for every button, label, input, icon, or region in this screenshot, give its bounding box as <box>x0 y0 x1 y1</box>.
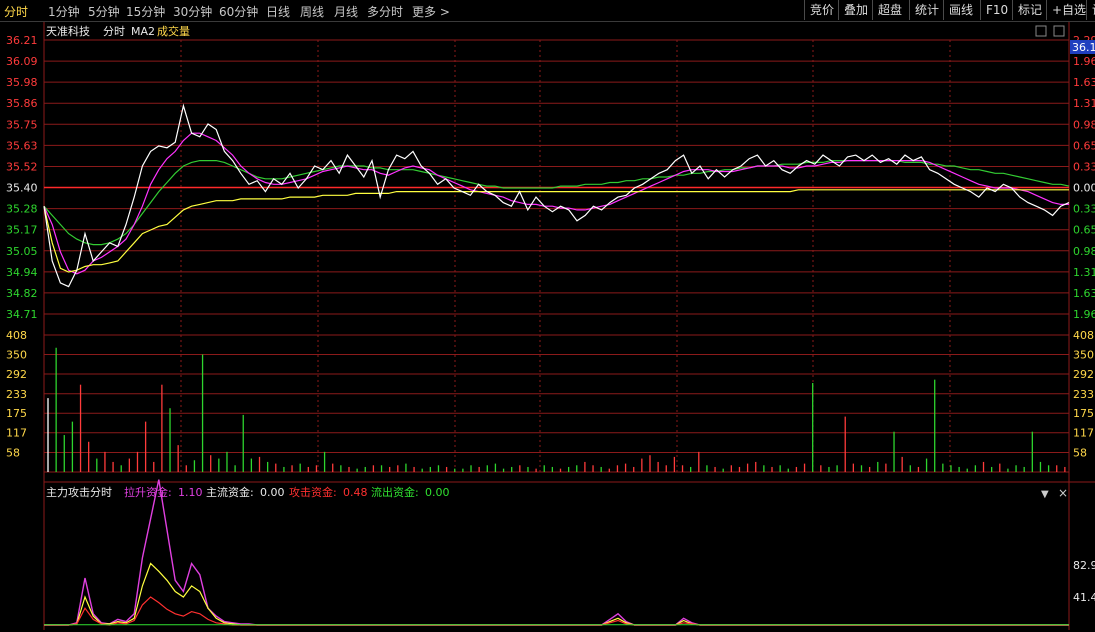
price-tick-label: 35.52 <box>6 160 38 173</box>
volume-tick-label: 175 <box>6 407 27 420</box>
price-tick-label: 35.17 <box>6 224 38 237</box>
pct-tick-label: 0.65 <box>1073 139 1095 152</box>
settings-button[interactable]: 设 <box>1086 0 1095 20</box>
price-tick-label: 35.86 <box>6 97 38 110</box>
volume-tick-label: 292 <box>6 368 27 381</box>
indicator-menu-icon[interactable]: ▼ <box>1041 489 1049 500</box>
tab-weekly[interactable]: 周线 <box>300 3 324 20</box>
overlay-button[interactable]: 叠加 <box>838 0 873 20</box>
tab-monthly[interactable]: 月线 <box>334 3 358 20</box>
price-tick-label: 35.28 <box>6 203 38 216</box>
volume-tick-label: 408 <box>6 329 27 342</box>
auction-button[interactable]: 竞价 <box>804 0 839 20</box>
settings-icon[interactable] <box>1053 25 1065 37</box>
tab-multi-intraday[interactable]: 多分时 <box>367 3 403 20</box>
volume-tick-label: 350 <box>6 348 27 361</box>
pct-tick-label: 0.00 <box>1073 182 1095 195</box>
close-icon[interactable]: × <box>1058 486 1068 500</box>
main-funds-label: 主流资金: <box>206 485 254 499</box>
f10-button[interactable]: F10 <box>980 0 1013 20</box>
price-tick-label: 35.75 <box>6 118 38 131</box>
tab-intraday[interactable]: 分时 <box>4 3 28 20</box>
tab-more[interactable]: 更多 > <box>412 3 450 20</box>
add-watchlist-button[interactable]: +自选 <box>1046 0 1091 20</box>
price-tick-label: 36.21 <box>6 34 38 47</box>
attack-funds-value: 0.48 <box>343 486 368 499</box>
attack-funds-line <box>44 596 1069 626</box>
period-toolbar: 分时 1分钟 5分钟 15分钟 30分钟 60分钟 日线 周线 月线 多分时 更… <box>0 0 1095 22</box>
price-tick-label: 34.94 <box>6 266 38 279</box>
indicator-tick-label: 82.9 <box>1073 559 1095 572</box>
price-tick-label: 36.09 <box>6 55 38 68</box>
pct-tick-label: 1.31 <box>1073 97 1095 110</box>
volume-tick-label-right: 117 <box>1073 427 1094 440</box>
volume-tick-label-right: 58 <box>1073 447 1087 460</box>
pct-tick-label: 1.63 <box>1073 76 1095 89</box>
super-button[interactable]: 超盘 <box>872 0 907 20</box>
volume-tick-label-right: 233 <box>1073 388 1094 401</box>
price-tick-label: 35.98 <box>6 76 38 89</box>
tab-15min[interactable]: 15分钟 <box>126 3 165 20</box>
volume-tick-label: 233 <box>6 388 27 401</box>
pct-tick-label: 0.65 <box>1073 224 1095 237</box>
tab-daily[interactable]: 日线 <box>266 3 290 20</box>
volume-tick-label-right: 350 <box>1073 348 1094 361</box>
tab-5min[interactable]: 5分钟 <box>88 3 120 20</box>
tab-60min[interactable]: 60分钟 <box>219 3 258 20</box>
current-price-value: 36.1 <box>1072 41 1095 54</box>
pct-tick-label: 1.63 <box>1073 287 1095 300</box>
stock-name: 天准科技 <box>46 24 90 38</box>
period-label: 分时 <box>103 25 125 38</box>
ma-label: MA2 <box>131 25 155 38</box>
main-funds-value: 0.00 <box>260 486 285 499</box>
pct-tick-label: 1.31 <box>1073 266 1095 279</box>
volume-tick-label: 58 <box>6 447 20 460</box>
indicator-title: 主力攻击分时 <box>46 485 112 499</box>
pct-tick-label: 1.96 <box>1073 55 1095 68</box>
volume-tick-label-right: 292 <box>1073 368 1094 381</box>
indicator-tick-label: 41.4 <box>1073 591 1095 604</box>
mark-button[interactable]: 标记 <box>1012 0 1047 20</box>
average-price-line <box>43 189 1069 273</box>
lift-funds-value: 1.10 <box>178 486 203 499</box>
pct-tick-label: 0.98 <box>1073 118 1095 131</box>
pct-tick-label: 0.33 <box>1073 160 1095 173</box>
outflow-funds-label: 流出资金: <box>371 485 419 499</box>
ma-green-line <box>43 160 1070 246</box>
intraday-chart: 36.212.2936.091.9635.981.6335.861.3135.7… <box>6 22 1095 630</box>
volume-label: 成交量 <box>157 24 190 38</box>
pct-tick-label: 0.33 <box>1073 203 1095 216</box>
draw-line-button[interactable]: 画线 <box>943 0 978 20</box>
stats-button[interactable]: 统计 <box>909 0 944 20</box>
pct-tick-label: 1.96 <box>1073 308 1095 321</box>
price-tick-label: 35.63 <box>6 139 38 152</box>
outflow-funds-value: 0.00 <box>425 486 450 499</box>
ma-magenta-line <box>43 132 1069 275</box>
volume-tick-label-right: 408 <box>1073 329 1094 342</box>
lift-funds-label: 拉升资金: <box>124 485 172 499</box>
volume-tick-label-right: 175 <box>1073 407 1094 420</box>
price-tick-label: 34.71 <box>6 308 38 321</box>
pct-tick-label: 0.98 <box>1073 245 1095 258</box>
volume-tick-label: 117 <box>6 427 27 440</box>
price-tick-label: 35.40 <box>6 182 38 195</box>
attack-funds-label: 攻击资金: <box>289 485 337 499</box>
tab-30min[interactable]: 30分钟 <box>173 3 212 20</box>
window-restore-icon[interactable] <box>1035 25 1047 37</box>
price-tick-label: 35.05 <box>6 245 38 258</box>
tab-1min[interactable]: 1分钟 <box>48 3 80 20</box>
price-tick-label: 34.82 <box>6 287 38 300</box>
lift-funds-line <box>44 479 1069 626</box>
